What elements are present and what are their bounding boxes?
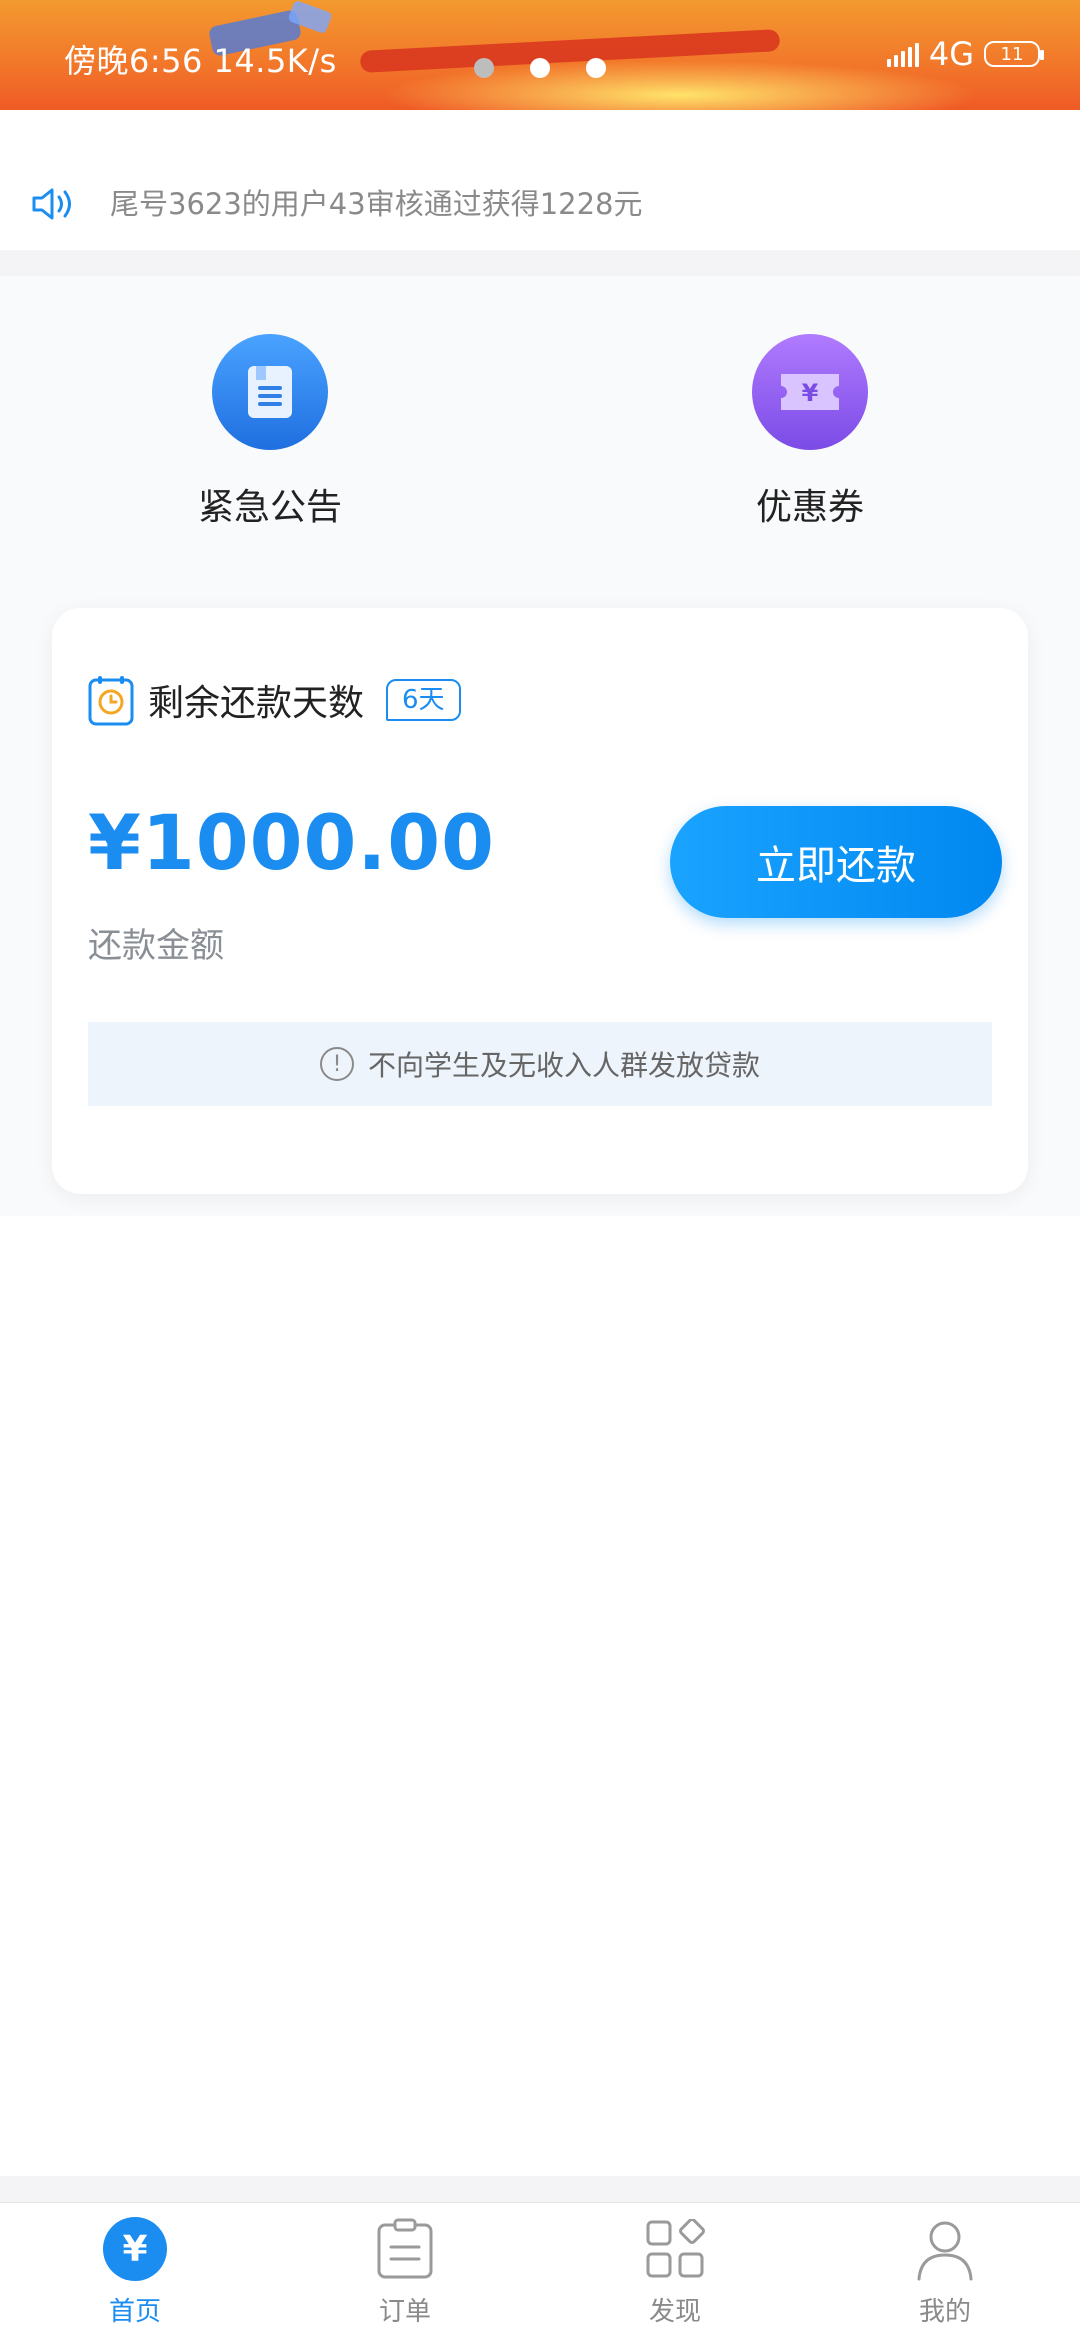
repay-now-button[interactable]: 立即还款	[670, 806, 1002, 918]
card-header: 剩余还款天数 6天	[88, 674, 461, 726]
divider	[0, 2176, 1080, 2202]
shortcut-label: 紧急公告	[197, 487, 342, 528]
shortcut-label: 优惠券	[755, 487, 864, 528]
status-speed: 14.5K/s	[213, 42, 337, 80]
clock-calendar-icon	[88, 676, 134, 726]
notice-text: 尾号3623的用户43审核通过获得1228元	[110, 187, 643, 221]
nav-mine[interactable]: 我的	[810, 2203, 1080, 2340]
clipboard-icon	[373, 2217, 437, 2281]
announcement-icon	[212, 334, 328, 450]
remaining-days-title: 剩余还款天数	[148, 683, 365, 724]
home-yuan-icon: ¥	[103, 2217, 167, 2281]
nav-label: 发现	[648, 2297, 701, 2327]
top-banner[interactable]: 傍晚6:56 14.5K/s 4G 11	[0, 0, 1080, 110]
nav-label: 订单	[378, 2297, 431, 2327]
svg-text:¥: ¥	[802, 379, 819, 407]
nav-home[interactable]: ¥ 首页	[0, 2203, 270, 2340]
carousel-dots	[474, 58, 606, 78]
tip-text: 不向学生及无收入人群发放贷款	[367, 1049, 760, 1082]
carousel-dot	[474, 58, 494, 78]
loan-tip: ! 不向学生及无收入人群发放贷款	[88, 1022, 992, 1106]
coupon-icon: ¥	[752, 334, 868, 450]
nav-label: 我的	[918, 2297, 971, 2327]
carousel-dot	[586, 58, 606, 78]
notice-bar	[0, 110, 1080, 250]
status-clock: 傍晚6:56	[64, 42, 203, 80]
nav-label: 首页	[108, 2297, 161, 2327]
exclamation-icon: !	[319, 1047, 354, 1081]
shortcut-coupon[interactable]: ¥ 优惠券	[700, 334, 920, 530]
grid-apps-icon	[643, 2217, 707, 2281]
speaker-icon	[32, 188, 71, 220]
nav-discover[interactable]: 发现	[540, 2203, 810, 2340]
bottom-nav: ¥ 首页 订单 发现 我的	[0, 2202, 1080, 2340]
divider	[0, 250, 1080, 276]
status-indicators: 4G 11	[886, 34, 1044, 74]
battery-icon: 11	[984, 41, 1044, 67]
repayment-card: 剩余还款天数 6天 ¥1000.00 还款金额 立即还款 ! 不向学生及无收入人…	[52, 608, 1028, 1194]
user-icon	[913, 2217, 977, 2281]
carousel-dot	[530, 58, 550, 78]
status-time: 傍晚6:56 14.5K/s	[64, 36, 337, 82]
repayment-amount: ¥1000.00	[88, 798, 496, 887]
amount-label: 还款金额	[88, 926, 224, 966]
nav-orders[interactable]: 订单	[270, 2203, 540, 2340]
days-badge: 6天	[386, 679, 461, 721]
signal-icon	[886, 41, 919, 67]
shortcut-announcement[interactable]: 紧急公告	[160, 334, 380, 530]
battery-level: 11	[1000, 43, 1024, 65]
network-type: 4G	[928, 35, 974, 73]
